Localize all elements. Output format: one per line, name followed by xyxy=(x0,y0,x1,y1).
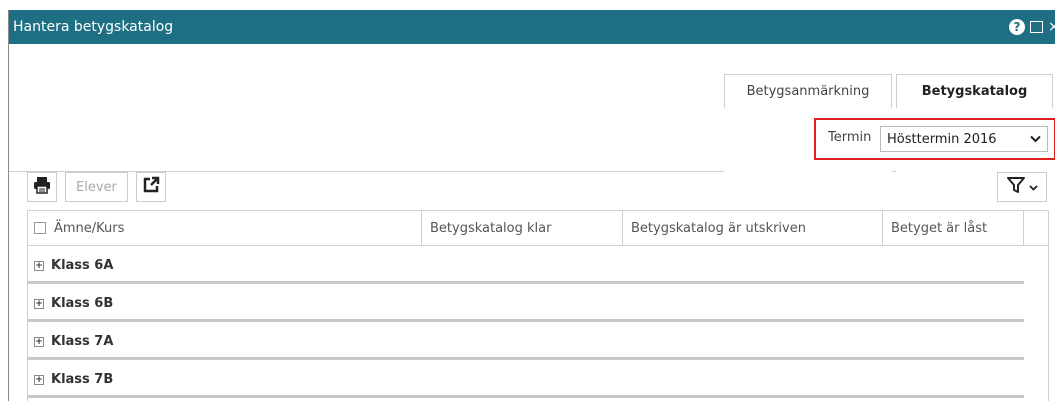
group-row-content: + Klass 7B xyxy=(34,372,113,387)
tab-bar: Betygsanmärkning Betygskatalog xyxy=(9,74,1055,172)
termin-select[interactable]: Hösttermin 2016 xyxy=(880,126,1048,152)
column-header-klar[interactable]: Betygskatalog klar xyxy=(422,211,623,245)
group-row[interactable]: + Klass 7A xyxy=(28,322,1024,360)
chevron-down-icon xyxy=(1028,180,1038,195)
print-icon xyxy=(33,176,51,198)
column-label: Betygskatalog klar xyxy=(430,220,552,236)
column-label: Betygskatalog är utskriven xyxy=(631,220,806,236)
group-row-content: + Klass 7A xyxy=(34,334,113,349)
toolbar: Elever xyxy=(27,172,166,202)
elever-button[interactable]: Elever xyxy=(65,172,128,202)
tab-label: Betygsanmärkning xyxy=(746,84,870,99)
select-all-checkbox[interactable] xyxy=(34,222,46,234)
column-header-amne[interactable]: Ämne/Kurs xyxy=(28,211,422,245)
tab-betygskatalog[interactable]: Betygskatalog xyxy=(896,74,1053,108)
group-row-content: + Klass 6B xyxy=(34,296,113,311)
chevron-down-icon xyxy=(1023,133,1047,146)
group-divider xyxy=(28,395,1024,398)
close-icon[interactable]: × xyxy=(1048,20,1055,34)
group-label: Klass 7A xyxy=(51,334,114,349)
group-label: Klass 6B xyxy=(51,296,114,311)
termin-label: Termin xyxy=(828,130,872,145)
tab-label: Betygskatalog xyxy=(921,84,1028,99)
group-row[interactable]: + Klass 6A xyxy=(28,246,1024,284)
expand-icon[interactable]: + xyxy=(34,298,44,309)
termin-value: Hösttermin 2016 xyxy=(887,131,997,147)
expand-icon[interactable]: + xyxy=(34,260,44,271)
grid-header: Ämne/Kurs Betygskatalog klar Betygskatal… xyxy=(28,210,1048,246)
window-title: Hantera betygskatalog xyxy=(13,19,174,35)
group-label: Klass 7B xyxy=(51,372,114,387)
title-bar: Hantera betygskatalog ? × xyxy=(9,10,1055,44)
dialog-window: Hantera betygskatalog ? × Betygsanmärkni… xyxy=(8,10,1055,401)
column-label: Ämne/Kurs xyxy=(54,220,125,236)
export-icon xyxy=(142,176,160,198)
export-button[interactable] xyxy=(135,172,166,202)
expand-icon[interactable]: + xyxy=(34,336,44,347)
column-label: Betyget är låst xyxy=(891,220,988,236)
termin-highlight: Termin Hösttermin 2016 xyxy=(814,118,1055,160)
grade-catalog-grid: Ämne/Kurs Betygskatalog klar Betygskatal… xyxy=(27,210,1049,401)
expand-icon[interactable]: + xyxy=(34,374,44,385)
tab-content: Termin Hösttermin 2016 Elever Ämne/Kurs … xyxy=(9,108,1055,401)
title-bar-controls: ? × xyxy=(1009,19,1055,35)
group-label: Klass 6A xyxy=(51,258,114,273)
tab-betygsanmarkning[interactable]: Betygsanmärkning xyxy=(724,74,892,108)
column-header-last[interactable]: Betyget är låst xyxy=(883,211,1024,245)
group-row[interactable]: + Klass 6B xyxy=(28,284,1024,322)
column-header-utskriven[interactable]: Betygskatalog är utskriven xyxy=(623,211,883,245)
question-circle-icon[interactable]: ? xyxy=(1009,19,1025,35)
maximize-icon[interactable] xyxy=(1030,21,1043,33)
group-row-content: + Klass 6A xyxy=(34,258,113,273)
group-row[interactable]: + Klass 7B xyxy=(28,360,1024,398)
filter-button[interactable] xyxy=(997,172,1047,202)
print-button[interactable] xyxy=(27,172,57,202)
filter-icon xyxy=(1006,177,1025,197)
